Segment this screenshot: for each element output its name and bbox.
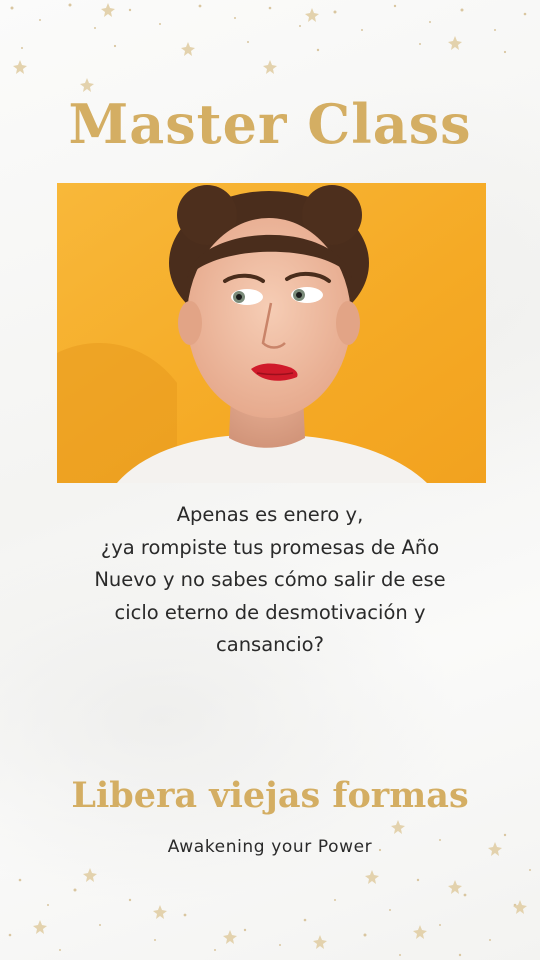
intro-line: ciclo eterno de desmotivación y	[114, 600, 426, 624]
intro-line: ¿ya rompiste tus promesas de Año	[100, 535, 440, 559]
intro-line: Nuevo y no sabes cómo salir de ese	[94, 568, 446, 592]
footer-tagline: Awakening your Power	[167, 837, 373, 857]
footer-headline: Libera viejas formas	[71, 775, 469, 816]
intro-line: cansancio?	[216, 633, 324, 657]
intro-paragraph: Apenas es enero y, ¿ya rompiste tus prom…	[40, 499, 500, 662]
woman-portrait-image	[57, 183, 486, 483]
intro-line: Apenas es enero y,	[176, 503, 364, 526]
page-title: Master Class	[68, 92, 472, 156]
woman-biting-lip-icon	[57, 183, 486, 483]
